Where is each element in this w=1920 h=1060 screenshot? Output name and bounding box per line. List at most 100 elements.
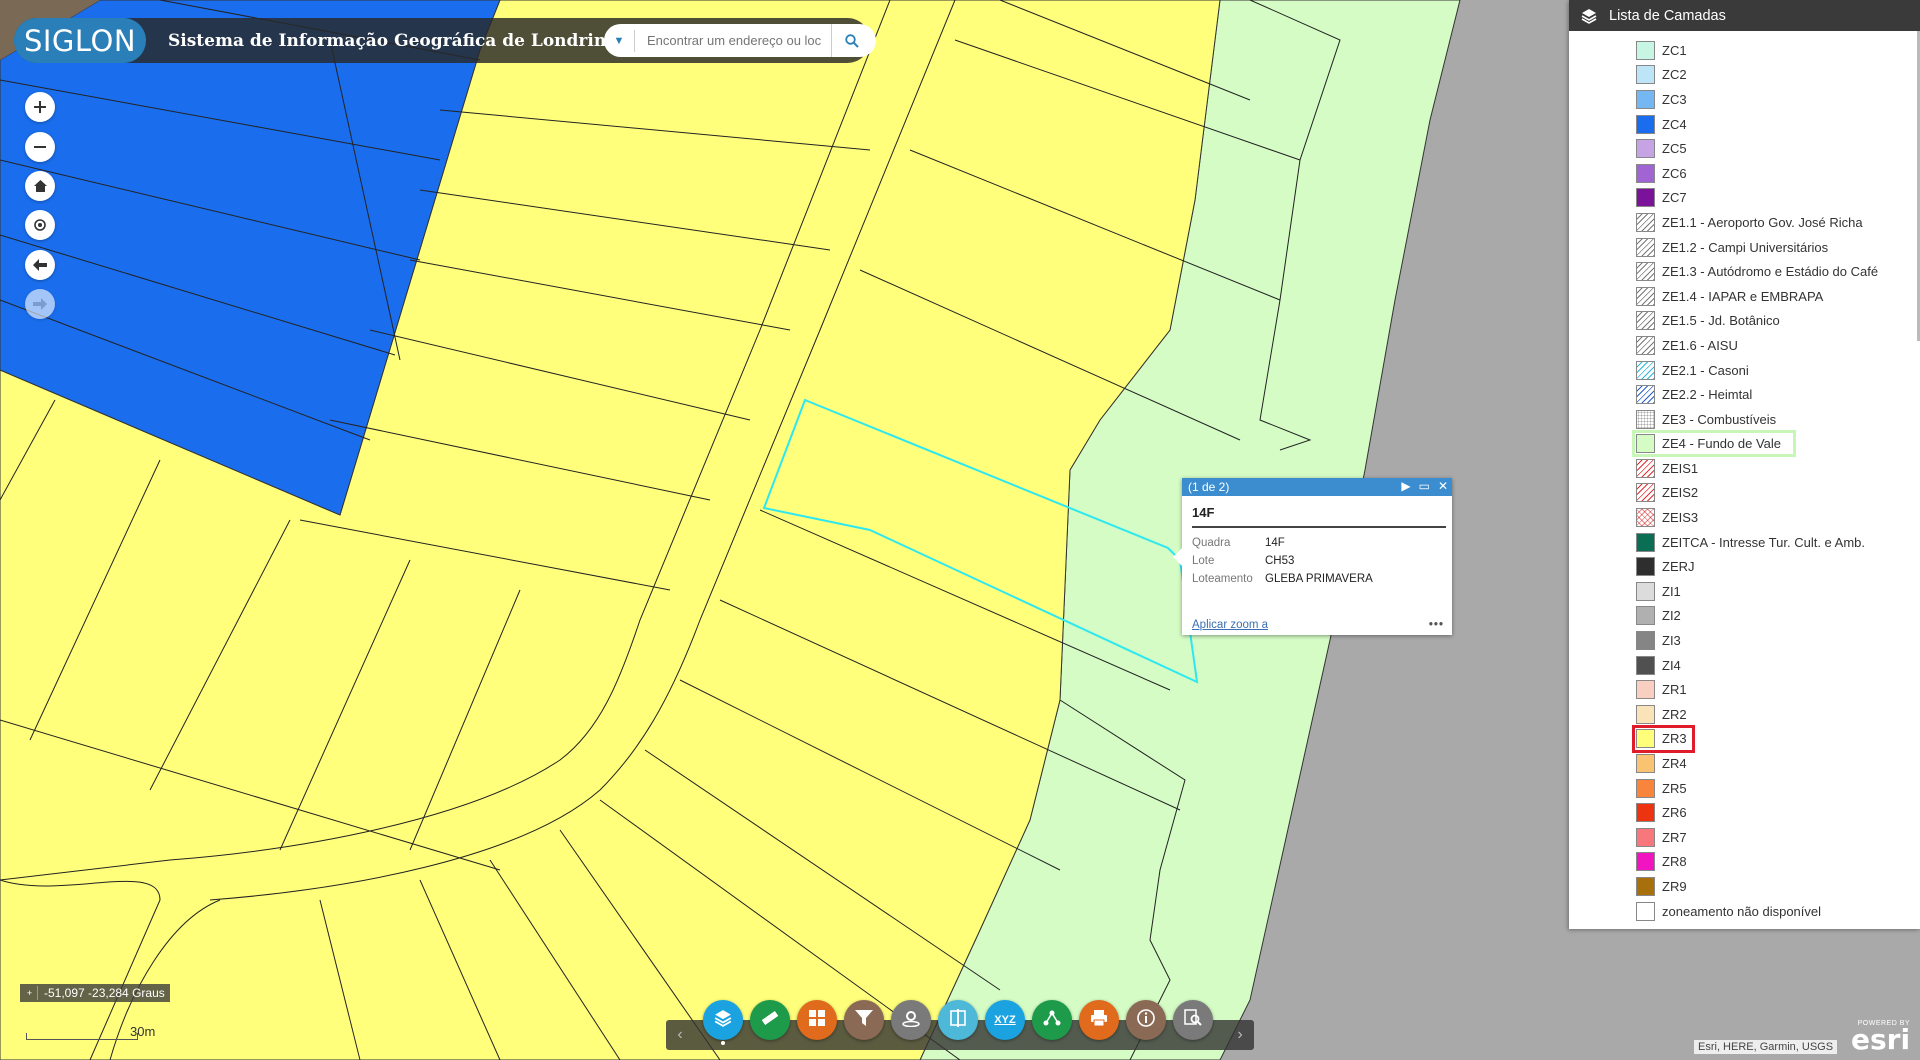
back-button[interactable] (25, 250, 55, 280)
legend-item[interactable]: ZE1.4 - IAPAR e EMBRAPA (1569, 284, 1920, 309)
legend-swatch (1636, 827, 1655, 847)
search-source-dropdown[interactable]: ▼ (604, 35, 634, 47)
legend-item[interactable]: ZE1.2 - Campi Universitários (1569, 235, 1920, 260)
legend-item[interactable]: ZI2 (1569, 604, 1920, 629)
query-tool-button[interactable] (1173, 1000, 1213, 1040)
legend-item[interactable]: ZR8 (1569, 850, 1920, 875)
popup-pointer (1173, 548, 1182, 566)
coordinate-readout[interactable]: + -51,097 -23,284 Graus (20, 984, 170, 1002)
legend-item[interactable]: ZEIS1 (1569, 456, 1920, 481)
legend-swatch (1636, 508, 1655, 528)
legend-item[interactable]: ZC3 (1569, 87, 1920, 112)
legend-label: ZR2 (1662, 706, 1687, 722)
coordinate-tool-button[interactable]: XYZ (985, 1000, 1025, 1040)
legend-item[interactable]: ZE1.1 - Aeroporto Gov. José Richa (1569, 210, 1920, 235)
arrow-left-icon (33, 259, 47, 271)
more-options-icon[interactable]: ••• (1429, 619, 1444, 631)
legend-item[interactable]: ZR4 (1569, 751, 1920, 776)
info-tool-button[interactable] (1126, 1000, 1166, 1040)
search-input[interactable] (635, 33, 831, 48)
zoom-in-button[interactable] (25, 92, 55, 122)
legend-item[interactable]: ZR5 (1569, 776, 1920, 801)
legend-swatch (1636, 65, 1655, 85)
legend-swatch (1636, 163, 1655, 183)
siglon-logo[interactable]: SIGLON (14, 18, 146, 63)
close-icon[interactable]: ✕ (1438, 479, 1448, 493)
legend-item[interactable]: ZEITCA - Intresse Tur. Cult. e Amb. (1569, 530, 1920, 555)
legend-items: ZC1 ZC2 ZC3 ZC4 ZC5 ZC6 ZC7 ZE1.1 - Aeroporto G… (1569, 38, 1920, 923)
share-tool-button[interactable] (1032, 1000, 1072, 1040)
legend-item[interactable]: ZC5 (1569, 136, 1920, 161)
legend-item[interactable]: ZI4 (1569, 653, 1920, 678)
legend-label: ZE1.2 - Campi Universitários (1662, 239, 1829, 255)
toolbar-next-button[interactable]: › (1226, 1020, 1254, 1050)
legend-item[interactable]: ZR3 (1569, 724, 1920, 753)
zoom-to-link[interactable]: Aplicar zoom a (1192, 619, 1268, 631)
legend-item[interactable]: ZE1.3 - Autódromo e Estádio do Café (1569, 259, 1920, 284)
toolbar-prev-button[interactable]: ‹ (666, 1020, 694, 1050)
legend-item[interactable]: ZC2 (1569, 63, 1920, 88)
basemap-icon (809, 1009, 825, 1031)
map-attribution[interactable]: Esri, HERE, Garmin, USGS (1694, 1040, 1838, 1054)
swipe-tool-button[interactable] (938, 1000, 978, 1040)
legend-item[interactable]: ZEIS3 (1569, 505, 1920, 530)
legend-item[interactable]: ZE4 - Fundo de Vale (1569, 430, 1920, 458)
legend-swatch (1636, 606, 1655, 626)
legend-item[interactable]: ZE2.2 - Heimtal (1569, 382, 1920, 407)
print-tool-button[interactable] (1079, 1000, 1119, 1040)
filter-tool-button[interactable] (844, 1000, 884, 1040)
legend-swatch (1636, 114, 1655, 134)
legend-item[interactable]: ZR7 (1569, 825, 1920, 850)
popup-footer: Aplicar zoom a ••• (1192, 619, 1444, 631)
legend-item[interactable]: ZE1.5 - Jd. Botânico (1569, 309, 1920, 334)
home-icon (33, 180, 47, 192)
legend-item[interactable]: ZE1.6 - AISU (1569, 333, 1920, 358)
legend-swatch (1636, 335, 1655, 355)
legend-label: ZR8 (1662, 854, 1687, 870)
esri-logo[interactable]: POWERED BY esri (1851, 1020, 1910, 1054)
legend-swatch (1636, 680, 1655, 700)
maximize-icon[interactable]: ▭ (1419, 479, 1430, 493)
legend-label: ZC5 (1662, 141, 1687, 157)
legend-item[interactable]: zoneamento não disponível (1569, 899, 1920, 924)
basemap-tool-button[interactable] (797, 1000, 837, 1040)
legend-item[interactable]: ZR2 (1569, 702, 1920, 727)
measure-icon (761, 1009, 779, 1032)
legend-item[interactable]: ZE2.1 - Casoni (1569, 358, 1920, 383)
zoom-out-button[interactable] (25, 132, 55, 162)
layer-list-header: Lista de Camadas (1569, 0, 1920, 31)
legend-item[interactable]: ZR9 (1569, 874, 1920, 899)
measure-tool-button[interactable] (750, 1000, 790, 1040)
scale-label: 30m (130, 1024, 156, 1039)
location-tool-button[interactable] (891, 1000, 931, 1040)
legend-swatch (1636, 532, 1655, 552)
popup-row: Lote CH53 (1192, 552, 1373, 570)
popup-pager: (1 de 2) (1188, 480, 1230, 494)
legend-item[interactable]: ZC7 (1569, 186, 1920, 211)
arrow-right-icon (33, 298, 47, 310)
legend-item[interactable]: ZE3 - Combustíveis (1569, 407, 1920, 432)
legend-label: ZR4 (1662, 756, 1687, 772)
legend-swatch (1636, 803, 1655, 823)
legend-item[interactable]: ZC1 (1569, 38, 1920, 63)
legend-item[interactable]: ZERJ (1569, 554, 1920, 579)
forward-button[interactable] (25, 289, 55, 319)
legend-swatch (1636, 852, 1655, 872)
legend-item[interactable]: ZR6 (1569, 800, 1920, 825)
layers-tool-button[interactable] (703, 1000, 743, 1040)
legend-item[interactable]: ZR1 (1569, 677, 1920, 702)
next-feature-icon[interactable]: ▶ (1401, 479, 1410, 493)
legend-label: ZE1.5 - Jd. Botânico (1662, 313, 1780, 329)
search-button[interactable] (831, 24, 871, 57)
locate-button[interactable] (25, 210, 55, 240)
legend-item[interactable]: ZI1 (1569, 579, 1920, 604)
legend-item[interactable]: ZI3 (1569, 628, 1920, 653)
legend-item[interactable]: ZC4 (1569, 112, 1920, 137)
home-button[interactable] (25, 171, 55, 201)
legend-swatch (1636, 434, 1655, 454)
legend-swatch (1636, 754, 1655, 774)
legend-item[interactable]: ZC6 (1569, 161, 1920, 186)
legend-label: ZR7 (1662, 829, 1687, 845)
legend-item[interactable]: ZEIS2 (1569, 481, 1920, 506)
legend-label: ZERJ (1662, 559, 1695, 575)
